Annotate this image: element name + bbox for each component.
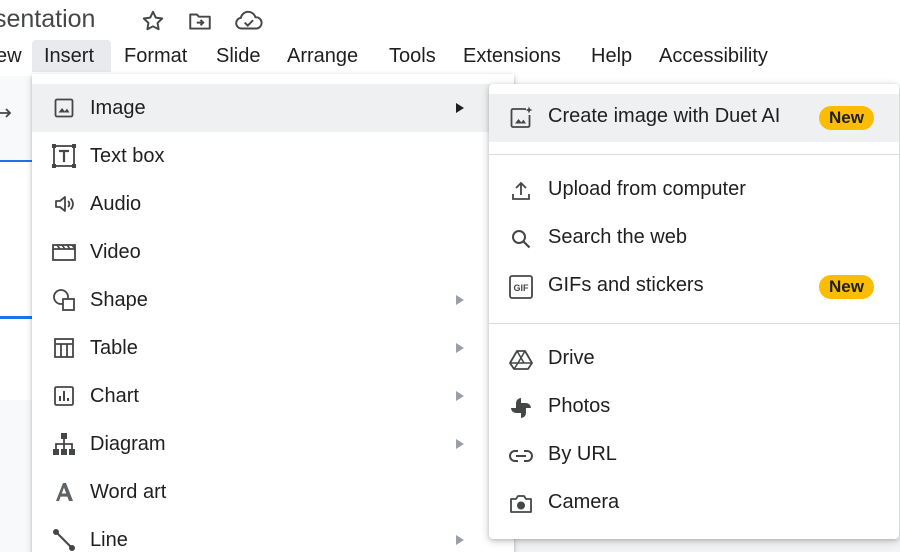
table-icon <box>50 334 78 362</box>
submenu-label: Search the web <box>548 226 687 248</box>
gif-icon: GIF <box>507 273 535 301</box>
new-badge: New <box>819 106 874 130</box>
menu-slide[interactable]: Slide <box>210 40 266 72</box>
svg-text:GIF: GIF <box>514 283 530 293</box>
submenu-arrow-icon <box>453 389 467 403</box>
menu-view[interactable]: ew <box>0 40 28 72</box>
submenu-arrow-icon <box>453 437 467 451</box>
line-icon <box>50 526 78 552</box>
insert-menu-item-video[interactable]: Video <box>32 228 514 276</box>
insert-menu-label: Line <box>90 528 128 551</box>
link-icon <box>507 442 535 470</box>
search-icon <box>507 225 535 253</box>
menu-arrange[interactable]: Arrange <box>281 40 364 72</box>
menu-tools[interactable]: Tools <box>383 40 442 72</box>
filmstrip-panel <box>0 76 34 552</box>
insert-menu-item-image[interactable]: Image <box>32 84 514 132</box>
insert-menu-item-chart[interactable]: Chart <box>32 372 514 420</box>
submenu-label: Photos <box>548 395 611 417</box>
camera-icon <box>507 490 535 518</box>
submenu-label: Drive <box>548 347 595 369</box>
insert-menu-label: Word art <box>90 480 167 503</box>
insert-menu-item-line[interactable]: Line <box>32 516 514 552</box>
submenu-arrow-icon <box>453 101 467 115</box>
submenu-item-search-web[interactable]: Search the web <box>489 215 899 263</box>
insert-menu-label: Diagram <box>90 432 166 455</box>
arrow-right-icon[interactable] <box>0 106 14 120</box>
submenu-item-photos[interactable]: Photos <box>489 384 899 432</box>
submenu-label: Camera <box>548 491 620 513</box>
insert-menu-label: Shape <box>90 288 148 311</box>
insert-menu-item-audio[interactable]: Audio <box>32 180 514 228</box>
slide-thumbnail[interactable] <box>0 160 34 400</box>
document-title[interactable]: sentation <box>0 5 95 34</box>
submenu-arrow-icon <box>453 533 467 547</box>
title-bar: sentation <box>0 0 900 40</box>
ai-image-icon <box>507 104 535 132</box>
submenu-label: By URL <box>548 443 617 465</box>
video-icon <box>50 238 78 266</box>
menubar: ew Insert Format Slide Arrange Tools Ext… <box>0 38 900 74</box>
insert-menu-label: Text box <box>90 144 165 167</box>
insert-menu: Image Text box Audio Video Shape Table C… <box>32 74 514 552</box>
menu-help[interactable]: Help <box>585 40 638 72</box>
new-badge: New <box>819 275 874 299</box>
insert-menu-item-table[interactable]: Table <box>32 324 514 372</box>
slide-thumbnail-border <box>0 316 34 319</box>
submenu-item-drive[interactable]: Drive <box>489 336 899 384</box>
submenu-arrow-icon <box>453 341 467 355</box>
insert-menu-item-shape[interactable]: Shape <box>32 276 514 324</box>
cloud-saved-icon[interactable] <box>234 8 263 34</box>
submenu-arrow-icon <box>453 293 467 307</box>
image-submenu: Create image with Duet AI New Upload fro… <box>489 84 899 539</box>
diagram-icon <box>50 430 78 458</box>
insert-menu-label: Chart <box>90 384 139 407</box>
insert-menu-label: Audio <box>90 192 142 215</box>
insert-menu-item-text-box[interactable]: Text box <box>32 132 514 180</box>
menu-extensions[interactable]: Extensions <box>457 40 567 72</box>
chart-icon <box>50 382 78 410</box>
submenu-label: GIFs and stickers <box>548 274 704 296</box>
submenu-item-by-url[interactable]: By URL <box>489 432 899 480</box>
submenu-divider <box>489 154 899 155</box>
submenu-divider <box>489 323 899 324</box>
word-art-icon <box>50 478 78 506</box>
upload-icon <box>507 177 535 205</box>
text-box-icon <box>50 142 78 170</box>
submenu-label: Create image with Duet AI <box>548 105 781 127</box>
audio-icon <box>50 190 78 218</box>
photos-icon <box>507 394 535 422</box>
insert-menu-item-word-art[interactable]: Word art <box>32 468 514 516</box>
menu-insert[interactable]: Insert <box>32 40 111 72</box>
insert-menu-label: Video <box>90 240 141 263</box>
insert-menu-item-diagram[interactable]: Diagram <box>32 420 514 468</box>
submenu-item-upload[interactable]: Upload from computer <box>489 167 899 215</box>
menu-accessibility[interactable]: Accessibility <box>653 40 774 72</box>
submenu-label: Upload from computer <box>548 178 746 200</box>
menu-format[interactable]: Format <box>118 40 193 72</box>
shape-icon <box>50 286 78 314</box>
move-to-folder-icon[interactable] <box>187 8 213 34</box>
submenu-item-camera[interactable]: Camera <box>489 480 899 528</box>
submenu-item-gifs-stickers[interactable]: GIF GIFs and stickers New <box>489 263 899 311</box>
star-icon[interactable] <box>140 8 166 34</box>
insert-menu-label: Image <box>90 96 146 119</box>
submenu-item-create-image-ai[interactable]: Create image with Duet AI New <box>489 94 899 142</box>
drive-icon <box>507 346 535 374</box>
image-icon <box>50 94 78 122</box>
insert-menu-label: Table <box>90 336 138 359</box>
